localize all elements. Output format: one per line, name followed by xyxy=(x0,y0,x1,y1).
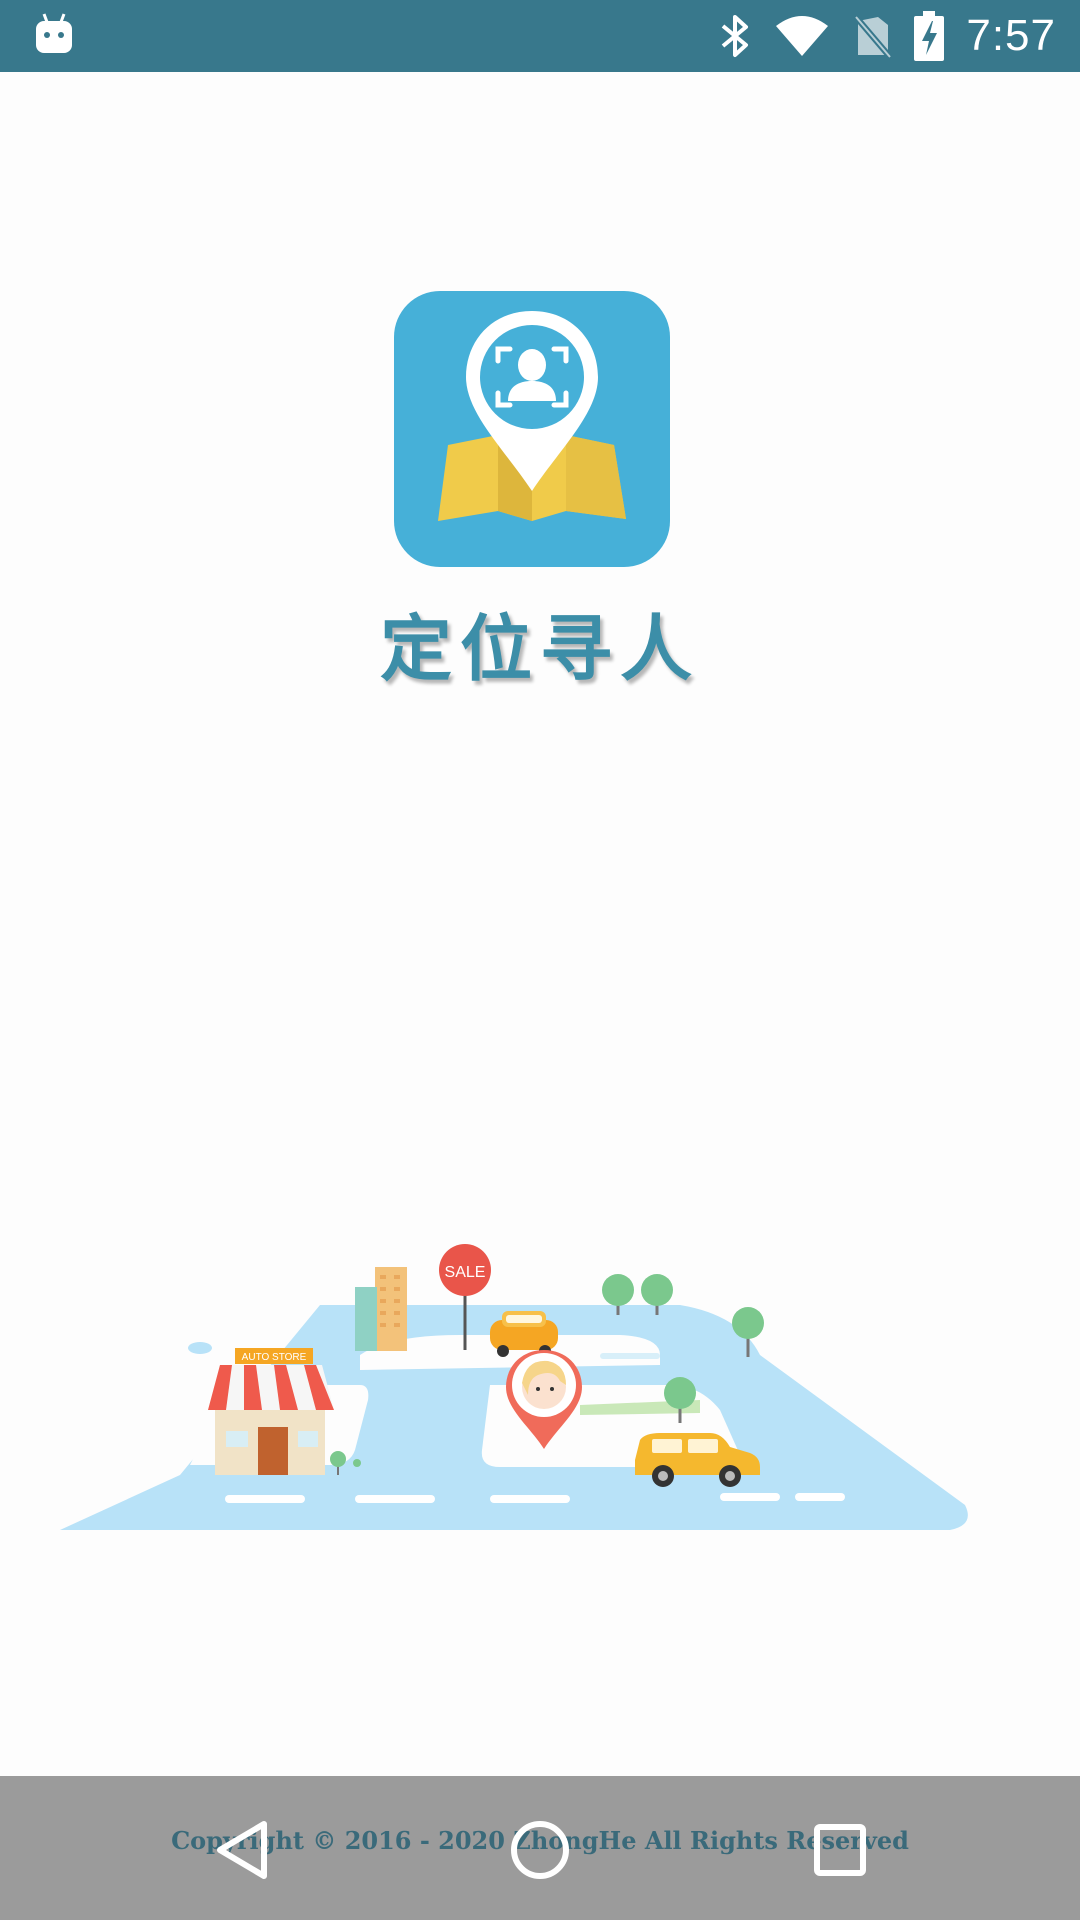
back-icon xyxy=(217,1821,267,1879)
home-icon xyxy=(511,1821,569,1879)
app-logo-icon xyxy=(394,291,670,567)
home-button[interactable] xyxy=(504,1814,576,1886)
status-bar: 7:57 xyxy=(0,0,1080,72)
recents-icon xyxy=(814,1824,866,1876)
back-button[interactable] xyxy=(206,1814,278,1886)
status-time: 7:57 xyxy=(966,11,1056,60)
sale-sign-text: SALE xyxy=(445,1264,486,1281)
store-sign-text: AUTO STORE xyxy=(242,1352,307,1363)
city-map-illustration: SALE AUTO STORE xyxy=(60,1244,968,1530)
app-name-title: 定位寻人 xyxy=(379,607,700,691)
android-notification-icon xyxy=(36,13,72,53)
no-sim-icon xyxy=(854,15,893,59)
wifi-icon xyxy=(776,16,829,56)
bluetooth-icon xyxy=(722,15,749,57)
recents-button[interactable] xyxy=(804,1814,876,1886)
battery-charging-icon xyxy=(914,11,945,61)
